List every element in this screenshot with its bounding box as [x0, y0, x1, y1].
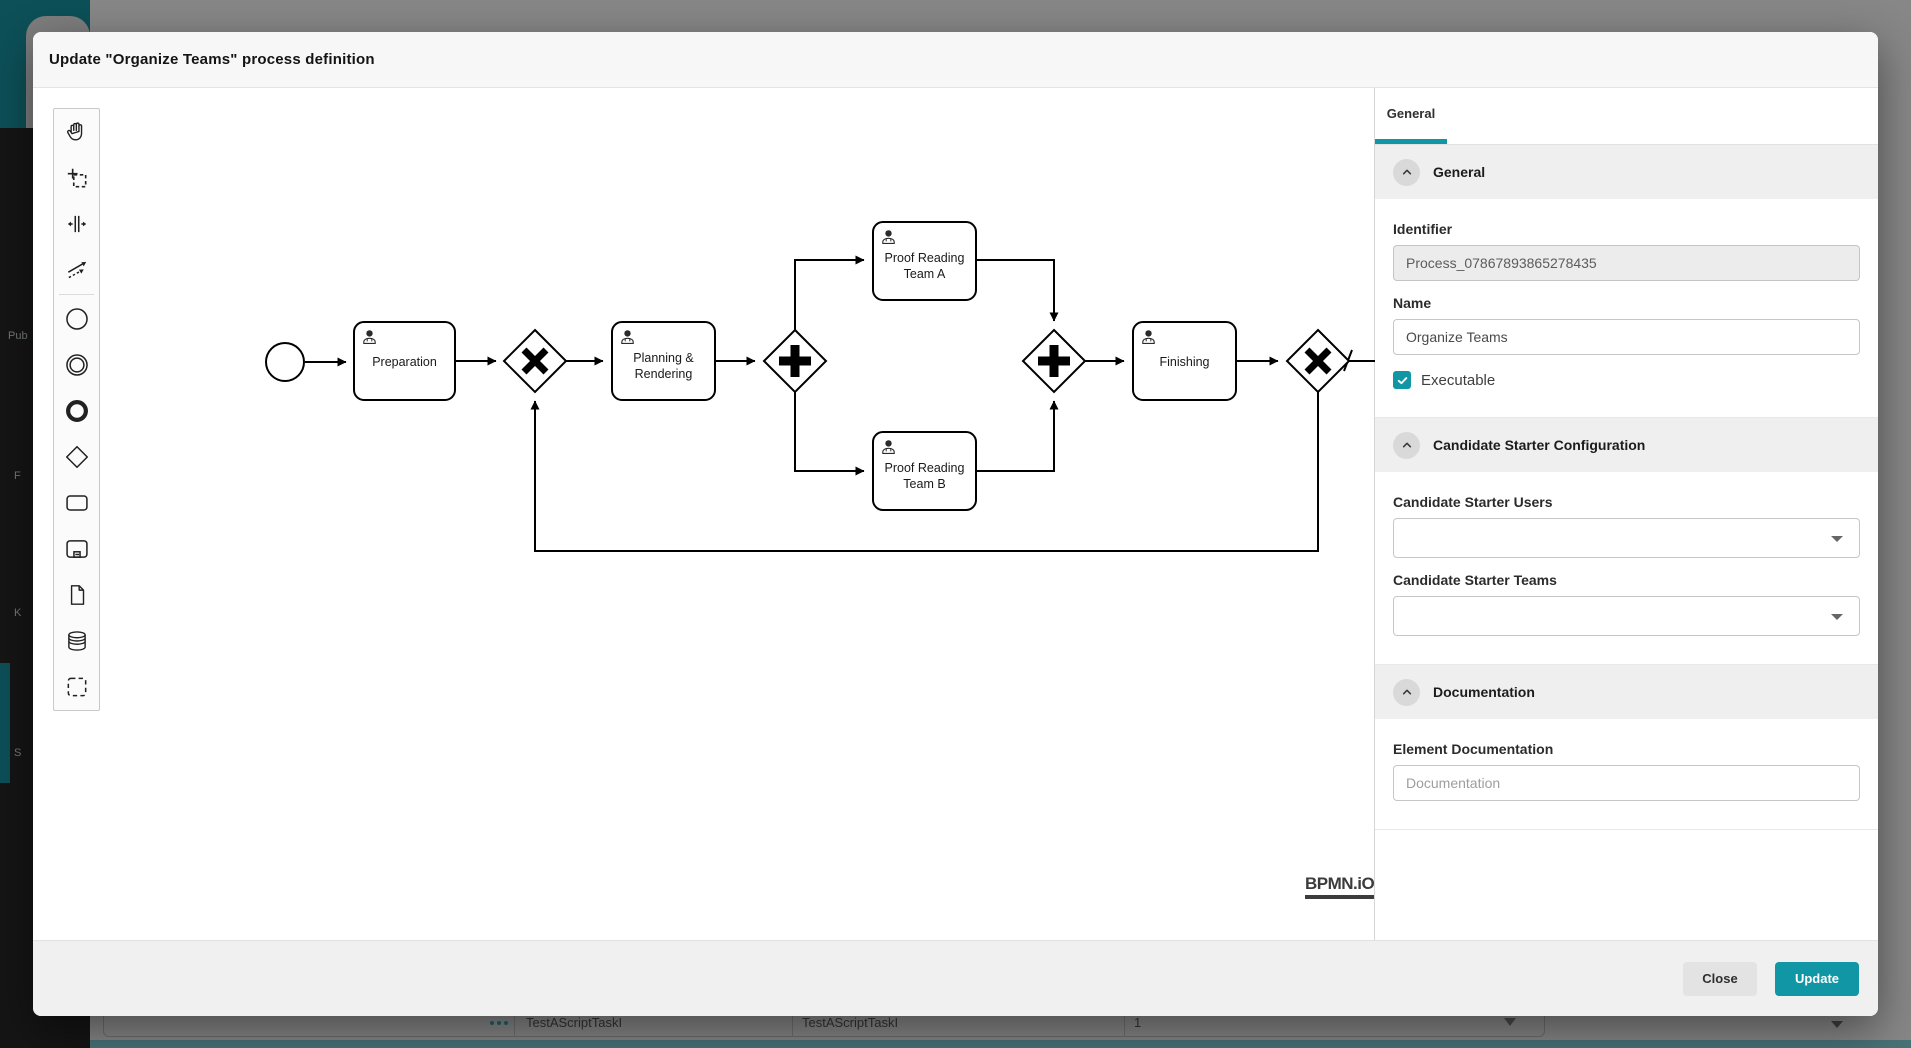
- gateway-exclusive-1[interactable]: [504, 330, 566, 392]
- bpmn-diagram: Preparation Planning & Rendering: [33, 88, 1375, 940]
- start-event[interactable]: [266, 343, 304, 381]
- update-button[interactable]: Update: [1775, 962, 1859, 996]
- element-documentation-input[interactable]: [1393, 765, 1860, 801]
- bpmn-canvas[interactable]: Preparation Planning & Rendering: [33, 88, 1375, 940]
- start-event-icon[interactable]: [54, 296, 99, 342]
- task-icon[interactable]: [54, 480, 99, 526]
- svg-text:Planning &: Planning &: [633, 351, 694, 365]
- svg-text:Finishing: Finishing: [1159, 355, 1209, 369]
- caret-down-icon: [1831, 536, 1843, 542]
- global-connect-tool-icon[interactable]: [54, 247, 99, 293]
- flow-team-a-to-join[interactable]: [976, 260, 1054, 321]
- panel-tabs: General: [1375, 88, 1878, 145]
- lasso-tool-icon[interactable]: [54, 155, 99, 201]
- identifier-label: Identifier: [1393, 221, 1860, 237]
- hand-tool-icon[interactable]: [54, 109, 99, 155]
- section-header-candidate[interactable]: Candidate Starter Configuration: [1375, 418, 1878, 472]
- group-icon[interactable]: [54, 664, 99, 710]
- executable-row: Executable: [1393, 371, 1860, 389]
- modal-header: Update "Organize Teams" process definiti…: [33, 32, 1878, 88]
- screen: Pub F K S TestAScriptTaskI TestAScriptTa…: [0, 0, 1911, 1048]
- name-label: Name: [1393, 295, 1860, 311]
- flow-split-to-team-a[interactable]: [795, 260, 864, 330]
- gateway-parallel-split[interactable]: [764, 330, 826, 392]
- section-body-general: Identifier Name Executable: [1375, 199, 1878, 418]
- space-tool-icon[interactable]: [54, 201, 99, 247]
- gateway-exclusive-2[interactable]: [1287, 330, 1349, 392]
- properties-panel: General General Identifier Name: [1375, 88, 1878, 940]
- task-planning-rendering[interactable]: Planning & Rendering: [612, 322, 715, 400]
- tab-general[interactable]: General: [1375, 88, 1447, 144]
- data-object-icon[interactable]: [54, 572, 99, 618]
- process-definition-modal: Update "Organize Teams" process definiti…: [33, 32, 1878, 1016]
- svg-text:Proof Reading: Proof Reading: [885, 251, 965, 265]
- section-body-documentation: Element Documentation: [1375, 719, 1878, 830]
- collapse-chevron-icon[interactable]: [1393, 679, 1420, 706]
- executable-label: Executable: [1421, 372, 1495, 389]
- task-proof-reading-team-a[interactable]: Proof Reading Team A: [873, 222, 976, 300]
- section-body-candidate: Candidate Starter Users Candidate Starte…: [1375, 472, 1878, 665]
- close-button[interactable]: Close: [1683, 962, 1757, 996]
- task-proof-reading-team-b[interactable]: Proof Reading Team B: [873, 432, 976, 510]
- section-header-documentation[interactable]: Documentation: [1375, 665, 1878, 719]
- identifier-input[interactable]: [1393, 245, 1860, 281]
- svg-text:Rendering: Rendering: [635, 367, 693, 381]
- name-input[interactable]: [1393, 319, 1860, 355]
- candidate-users-select[interactable]: [1393, 518, 1860, 558]
- bpmn-io-logo[interactable]: BPMN.iO: [1305, 874, 1374, 899]
- section-title: Documentation: [1433, 684, 1535, 700]
- collapse-chevron-icon[interactable]: [1393, 159, 1420, 186]
- section-title: Candidate Starter Configuration: [1433, 437, 1645, 453]
- palette-separator: [59, 294, 94, 295]
- flow-team-b-to-join[interactable]: [976, 401, 1054, 471]
- collapse-chevron-icon[interactable]: [1393, 432, 1420, 459]
- bpmn-palette: [53, 108, 100, 711]
- end-event-icon[interactable]: [54, 388, 99, 434]
- svg-text:Team B: Team B: [903, 477, 945, 491]
- flow-split-to-team-b[interactable]: [795, 392, 864, 471]
- data-store-icon[interactable]: [54, 618, 99, 664]
- intermediate-event-icon[interactable]: [54, 342, 99, 388]
- modal-footer: Close Update: [33, 940, 1878, 1016]
- candidate-teams-select[interactable]: [1393, 596, 1860, 636]
- svg-text:Preparation: Preparation: [372, 355, 437, 369]
- gateway-icon[interactable]: [54, 434, 99, 480]
- sequence-flows[interactable]: [305, 260, 1375, 551]
- section-title: General: [1433, 164, 1485, 180]
- candidate-users-label: Candidate Starter Users: [1393, 494, 1860, 510]
- modal-title: Update "Organize Teams" process definiti…: [49, 51, 375, 68]
- executable-checkbox[interactable]: [1393, 371, 1411, 389]
- modal-body: Preparation Planning & Rendering: [33, 88, 1878, 940]
- subprocess-icon[interactable]: [54, 526, 99, 572]
- svg-text:Proof Reading: Proof Reading: [885, 461, 965, 475]
- section-header-general[interactable]: General: [1375, 145, 1878, 199]
- caret-down-icon: [1831, 614, 1843, 620]
- task-finishing[interactable]: Finishing: [1133, 322, 1236, 400]
- candidate-teams-label: Candidate Starter Teams: [1393, 572, 1860, 588]
- element-documentation-label: Element Documentation: [1393, 741, 1860, 757]
- svg-text:Team A: Team A: [904, 267, 946, 281]
- gateway-parallel-join[interactable]: [1023, 330, 1085, 392]
- task-preparation[interactable]: Preparation: [354, 322, 455, 400]
